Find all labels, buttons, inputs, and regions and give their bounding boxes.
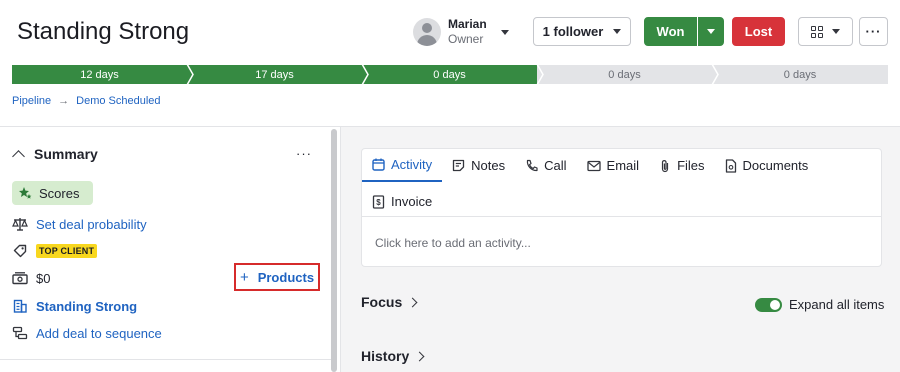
add-activity-input[interactable]: Click here to add an activity... [375,236,531,250]
paperclip-icon [661,159,669,172]
arrow-right-icon: → [58,95,70,107]
chevron-down-icon [613,29,622,34]
summary-title: Summary [34,146,98,162]
section-divider [0,359,331,360]
breadcrumb-pipeline[interactable]: Pipeline [12,95,51,107]
chevron-down-icon [832,29,840,34]
deal-title: Standing Strong [17,18,190,45]
expand-all-toggle[interactable]: Expand all items [755,297,884,312]
tab-label: Call [544,158,567,173]
owner-role: Owner [448,32,484,46]
lost-button[interactable]: Lost [732,17,785,46]
scale-icon [12,216,28,232]
history-section-toggle[interactable]: History [361,348,425,364]
tab-email[interactable]: Email [577,149,650,182]
tab-label: Activity [391,157,433,172]
tab-invoice[interactable]: $ Invoice [362,185,442,218]
owner-selector[interactable]: Marian Owner [413,15,518,49]
chevron-right-icon [407,297,418,307]
money-icon [12,270,28,286]
focus-title: Focus [361,294,403,310]
won-label: Won [656,24,685,39]
deal-probability-row: Set deal probability [12,216,147,232]
set-deal-probability-link[interactable]: Set deal probability [36,217,147,232]
activity-tabs: Activity Notes Call Email Files Document… [362,149,881,182]
follower-button[interactable]: 1 follower [533,17,631,46]
stars-icon [19,187,32,199]
history-title: History [361,348,410,364]
svg-text:$: $ [376,198,381,207]
tab-activity[interactable]: Activity [362,149,443,182]
sequence-row: Add deal to sequence [12,325,162,341]
chevron-down-icon [501,30,509,35]
tag-row: TOP CLIENT [12,243,98,259]
view-switcher-button[interactable] [798,17,853,46]
tab-call[interactable]: Call [515,149,576,182]
calendar-icon [372,158,385,171]
chevron-up-icon [12,149,25,163]
ellipsis-icon: ··· [296,146,312,161]
value-row: $0 [12,270,50,286]
tab-label: Documents [742,158,809,173]
scrollbar[interactable] [331,129,337,372]
document-icon [725,158,736,173]
plus-icon: + [239,268,249,286]
add-products-button[interactable]: + Products [234,263,320,291]
tab-label: Invoice [391,194,433,209]
top-client-tag[interactable]: TOP CLIENT [36,244,98,258]
building-icon [12,298,28,314]
tab-files[interactable]: Files [649,149,714,182]
note-icon [453,159,465,172]
owner-name: Marian [448,17,487,31]
stage-separators [186,65,719,84]
organization-link[interactable]: Standing Strong [36,299,137,314]
scores-button[interactable]: Scores [12,181,93,205]
toggle-switch[interactable] [755,297,782,312]
deal-value[interactable]: $0 [36,271,50,286]
grid-icon [811,25,823,38]
breadcrumb: Pipeline → Demo Scheduled [12,95,161,107]
follower-label: 1 follower [542,24,604,39]
pipeline-stages: 12 days 17 days 0 days 0 days 0 days [12,65,888,84]
add-to-sequence-link[interactable]: Add deal to sequence [36,326,162,341]
tab-label: Email [606,158,640,173]
invoice-icon: $ [372,194,385,209]
won-dropdown-button[interactable] [698,17,724,46]
tab-label: Files [677,158,705,173]
more-actions-button[interactable]: ··· [859,17,888,46]
ellipsis-icon: ··· [865,24,882,39]
activity-composer: Activity Notes Call Email Files Document… [361,148,882,267]
summary-header[interactable]: Summary [12,146,98,163]
scores-label: Scores [39,185,80,201]
tab-label: Notes [471,158,506,173]
sequence-icon [12,325,28,341]
tab-documents[interactable]: Documents [715,149,819,182]
tab-notes[interactable]: Notes [442,149,515,182]
breadcrumb-stage[interactable]: Demo Scheduled [76,95,160,107]
mail-icon [586,160,601,171]
avatar [413,18,441,46]
organization-row: Standing Strong [12,298,137,314]
composer-divider [362,216,881,217]
won-button[interactable]: Won [644,17,697,46]
focus-section-toggle[interactable]: Focus [361,294,418,310]
summary-more-button[interactable]: ··· [296,146,312,161]
chevron-down-icon [707,29,715,34]
expand-label: Expand all items [789,297,885,312]
phone-icon [527,159,538,172]
chevron-right-icon [414,351,425,361]
tag-icon [12,243,28,259]
lost-label: Lost [744,24,773,39]
products-label: Products [257,269,315,285]
